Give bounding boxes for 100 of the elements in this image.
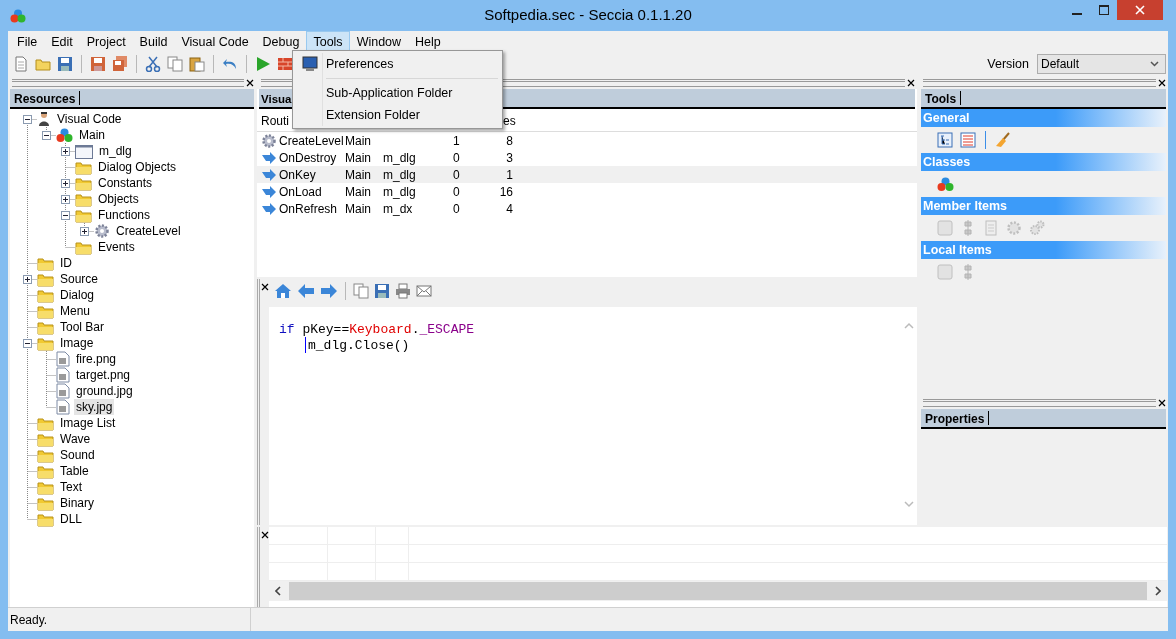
tree-item[interactable]: ground.jpg — [74, 383, 135, 399]
scroll-left-icon[interactable] — [275, 586, 281, 596]
table-cell: OnKey — [279, 167, 316, 182]
tree-item[interactable]: Binary — [58, 495, 96, 511]
scroll-up-icon[interactable] — [904, 321, 914, 329]
table-cell: Main — [345, 201, 371, 216]
expander-icon[interactable] — [61, 211, 70, 220]
tree-item[interactable]: Source — [58, 271, 101, 287]
expander-icon[interactable] — [61, 179, 70, 188]
menubar-entry[interactable]: Project — [79, 31, 133, 51]
tree-connector-line — [27, 415, 37, 432]
tree-item[interactable]: Text — [58, 479, 84, 495]
tree-item[interactable]: Dialog — [58, 287, 97, 303]
close-icon[interactable] — [1158, 79, 1166, 87]
close-icon[interactable] — [907, 79, 915, 87]
tree-item[interactable]: Objects — [96, 191, 141, 207]
folder-icon[interactable] — [35, 56, 51, 72]
table-row[interactable]: CreateLevel Main 1 8 — [257, 132, 917, 149]
table-cell: CreateLevel — [279, 133, 344, 148]
panel-grip[interactable] — [12, 79, 244, 87]
maximize-icon — [1098, 5, 1109, 15]
table-row[interactable]: OnKey Main m_dlg 0 1 — [257, 166, 917, 183]
save-icon[interactable] — [57, 56, 73, 72]
menubar-entry[interactable]: File — [10, 31, 45, 51]
menubar-entry[interactable]: Edit — [44, 31, 80, 51]
close-icon[interactable] — [1158, 399, 1166, 407]
expander-icon[interactable] — [23, 275, 32, 284]
forward-arrow-icon[interactable] — [320, 283, 338, 299]
table-row[interactable]: OnDestroy Main m_dlg 0 3 — [257, 149, 917, 166]
expander-icon[interactable] — [61, 147, 70, 156]
tree-view-icon[interactable] — [937, 132, 953, 148]
back-arrow-icon[interactable] — [297, 283, 315, 299]
close-icon[interactable] — [260, 531, 269, 539]
tree-item[interactable]: DLL — [58, 511, 84, 527]
tree-item[interactable]: Image — [58, 335, 96, 351]
tree-item[interactable]: Table — [58, 463, 91, 479]
menubar-entry[interactable]: Help — [408, 31, 448, 51]
menu-option[interactable]: Sub-Application Folder — [293, 82, 502, 104]
tree-item[interactable]: Events — [96, 239, 137, 255]
tree-item[interactable]: Wave — [58, 431, 93, 447]
scroll-right-icon[interactable] — [1155, 586, 1161, 596]
menubar-entry[interactable]: Window — [349, 31, 409, 51]
cut-icon[interactable] — [145, 56, 161, 72]
panel-grip[interactable] — [923, 399, 1156, 407]
save-all-icon[interactable] — [112, 56, 128, 72]
tree-item[interactable]: sky.jpg — [74, 399, 115, 415]
expander-icon[interactable] — [23, 115, 32, 124]
tree-item[interactable]: Constants — [96, 175, 155, 191]
panel-tab[interactable]: Tools — [921, 91, 962, 105]
tree-item[interactable]: Sound — [58, 447, 97, 463]
panel-tab[interactable]: Properties — [921, 411, 990, 425]
expander-icon[interactable] — [61, 195, 70, 204]
save-icon[interactable] — [374, 283, 390, 299]
panel-tab[interactable]: Visua — [259, 91, 292, 105]
tree-item[interactable]: Tool Bar — [58, 319, 107, 335]
tree-item[interactable]: Menu — [58, 303, 93, 319]
new-file-icon[interactable] — [13, 56, 29, 72]
menu-option[interactable]: Extension Folder — [293, 104, 502, 126]
version-dropdown[interactable]: Default — [1037, 54, 1166, 74]
tree-item[interactable]: m_dlg — [97, 143, 134, 159]
close-icon[interactable] — [260, 283, 269, 291]
envelope-icon[interactable] — [416, 283, 432, 299]
tree-item[interactable]: Dialog Objects — [96, 159, 179, 175]
table-row[interactable]: OnRefresh Main m_dx 0 4 — [257, 200, 917, 217]
save-icon[interactable] — [90, 56, 106, 72]
tree-item[interactable]: Functions — [96, 207, 153, 223]
broom-icon[interactable] — [995, 132, 1011, 148]
printer-icon[interactable] — [395, 283, 411, 299]
tree-item[interactable]: ID — [58, 255, 74, 271]
paste-icon[interactable] — [189, 56, 205, 72]
tree-item[interactable]: Visual Code — [55, 111, 124, 127]
tree-connector-line — [27, 431, 37, 448]
menubar-entry[interactable]: Tools — [306, 31, 350, 51]
expander-icon[interactable] — [80, 227, 89, 236]
expander-icon[interactable] — [23, 339, 32, 348]
run-icon[interactable] — [255, 56, 271, 72]
classes-icon[interactable] — [937, 176, 954, 192]
tree-item[interactable]: Image List — [58, 415, 118, 431]
list-icon[interactable] — [960, 132, 976, 148]
menubar-entry[interactable]: Build — [132, 31, 175, 51]
close-icon[interactable] — [246, 79, 254, 87]
tree-item[interactable]: Main — [77, 127, 107, 143]
menu-option[interactable]: Preferences — [293, 53, 502, 75]
brick-wall-icon[interactable] — [277, 56, 293, 72]
copy-icon[interactable] — [167, 56, 183, 72]
scroll-down-icon[interactable] — [904, 501, 914, 509]
menubar-entry[interactable]: Debug — [255, 31, 307, 51]
window-title: Softpedia.sec - Seccia 0.1.1.20 — [484, 6, 692, 23]
column-header[interactable]: es — [499, 111, 522, 131]
copy-icon[interactable] — [353, 283, 369, 299]
menubar-entry[interactable]: Visual Code — [174, 31, 256, 51]
tree-item[interactable]: target.png — [74, 367, 133, 383]
panel-grip[interactable] — [923, 79, 1156, 87]
table-cell: 1 — [506, 167, 513, 182]
table-row[interactable]: OnLoad Main m_dlg 0 16 — [257, 183, 917, 200]
tree-item[interactable]: fire.png — [74, 351, 119, 367]
expander-icon[interactable] — [42, 131, 51, 140]
table-cell: m_dx — [383, 201, 413, 216]
tree-item[interactable]: CreateLevel — [114, 223, 183, 239]
home-icon[interactable] — [274, 283, 292, 299]
